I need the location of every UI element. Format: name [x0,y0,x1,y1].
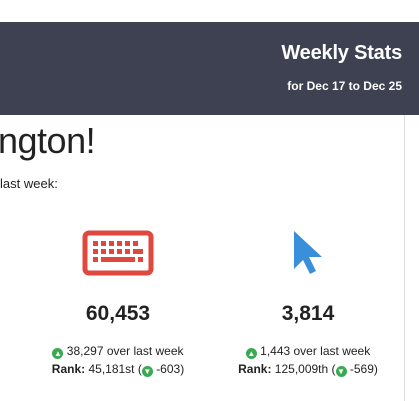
keystrokes-value: 60,453 [85,302,151,325]
clicks-rank-value: 125,009th ( [274,362,336,376]
cursor-icon [294,231,322,274]
top-strip [0,0,419,22]
arrow-up-circle-icon: ▲ [245,348,257,359]
arrow-up-circle-icon: ▲ [52,348,64,359]
arrow-down-circle-icon: ▼ [141,366,153,377]
keystrokes-rank-value: 45,181st ( [88,362,142,376]
keystrokes-rank: Rank: 45,181st (▼ -603) [18,362,218,377]
header-banner: Weekly Stats for Dec 17 to Dec 25 [0,22,419,115]
keystrokes-change: ▲ 38,297 over last week [18,344,218,359]
header-subtitle: for Dec 17 to Dec 25 [287,79,402,93]
intro-text: last week: [0,176,58,191]
clicks-change-text: 1,443 over last week [260,344,371,358]
clicks-rank: Rank: 125,009th (▼ -569) [208,362,408,377]
greeting-heading: ngton! [0,120,96,161]
clicks-value: 3,814 [281,302,335,325]
stats-content: ngton! last week: 60,453 ▲ 38,297 over l… [0,115,419,401]
rank-label: Rank: [238,362,272,376]
weekly-stats-page: Weekly Stats for Dec 17 to Dec 25 ngton!… [0,0,419,401]
stat-keystrokes: 60,453 ▲ 38,297 over last week Rank: 45,… [18,230,218,377]
rank-label: Rank: [51,362,86,376]
clicks-change: ▲ 1,443 over last week [208,344,408,359]
clicks-rank-change: -569) [349,362,378,376]
stat-clicks: 3,814 ▲ 1,443 over last week Rank: 125,0… [208,230,408,377]
keystrokes-rank-change: -603) [156,362,185,376]
arrow-down-circle-icon: ▼ [335,366,347,377]
keyboard-icon [82,230,154,276]
header-title: Weekly Stats [281,42,402,64]
keystrokes-change-text: 38,297 over last week [66,344,184,358]
